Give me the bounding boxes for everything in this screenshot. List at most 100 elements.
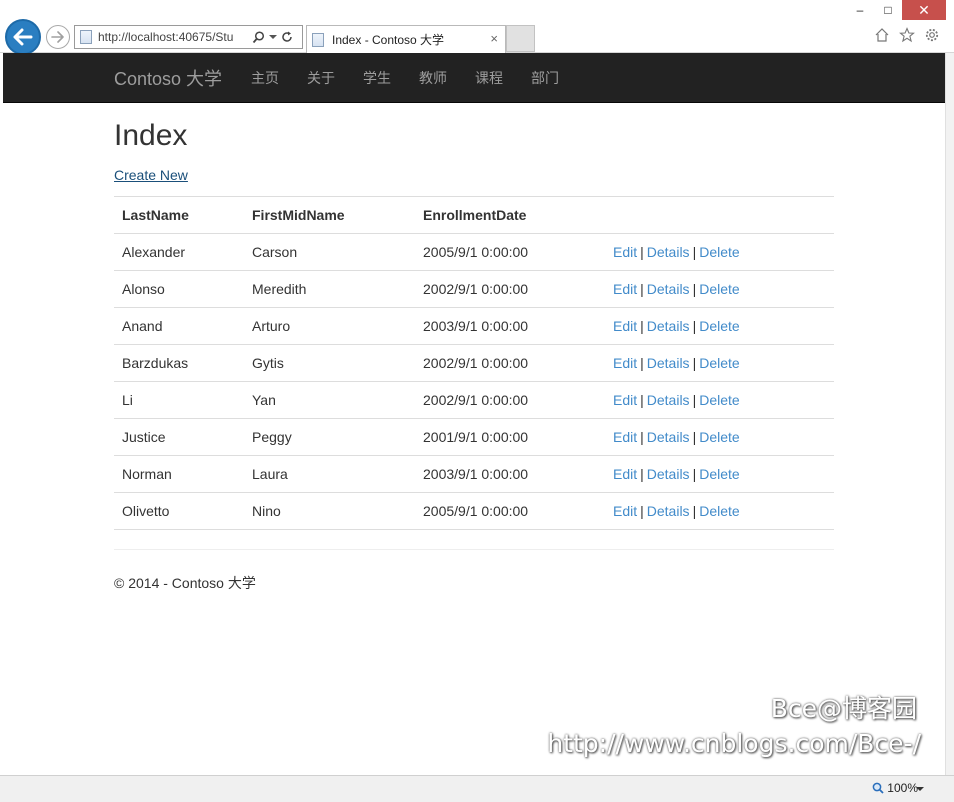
cell-lastname: Norman — [114, 455, 244, 493]
cell-enrollmentdate: 2005/9/1 0:00:00 — [415, 492, 605, 530]
cell-firstmidname: Nino — [244, 492, 415, 530]
header-lastname: LastName — [114, 196, 244, 234]
nav-link-courses[interactable]: 课程 — [461, 68, 517, 88]
chevron-down-icon[interactable] — [269, 34, 277, 40]
details-link[interactable]: Details — [647, 318, 690, 334]
edit-link[interactable]: Edit — [613, 466, 637, 482]
table-row: Alexander Carson 2005/9/1 0:00:00 Edit | Deta… — [114, 233, 834, 271]
action-separator: | — [692, 244, 697, 260]
page-title: Index — [114, 119, 188, 152]
back-button[interactable] — [5, 19, 41, 55]
details-link[interactable]: Details — [647, 429, 690, 445]
search-icon[interactable] — [252, 30, 265, 44]
cell-enrollmentdate: 2003/9/1 0:00:00 — [415, 307, 605, 345]
table-row: Norman Laura 2003/9/1 0:00:00 Edit | Details |… — [114, 455, 834, 493]
action-separator: | — [640, 244, 644, 260]
table-row: Li Yan 2002/9/1 0:00:00 Edit | Details | Delete — [114, 381, 834, 419]
action-separator: | — [692, 318, 697, 334]
delete-link[interactable]: Delete — [699, 318, 739, 334]
delete-link[interactable]: Delete — [699, 281, 739, 297]
tab-title: Index - Contoso 大学 — [332, 33, 445, 47]
action-separator: | — [640, 466, 644, 482]
minimize-button[interactable]: – — [846, 0, 874, 20]
zoom-level: 100% — [887, 781, 918, 795]
edit-link[interactable]: Edit — [613, 355, 637, 371]
delete-link[interactable]: Delete — [699, 503, 739, 519]
status-bar: 100% — [0, 775, 954, 802]
table-body: Alexander Carson 2005/9/1 0:00:00 Edit | Deta… — [114, 233, 834, 530]
delete-link[interactable]: Delete — [699, 429, 739, 445]
cell-actions: Edit | Details | Delete — [605, 307, 834, 345]
table-row: Barzdukas Gytis 2002/9/1 0:00:00 Edit | Detai… — [114, 344, 834, 382]
address-url[interactable]: http://localhost:40675/Stu — [98, 30, 248, 44]
gear-icon[interactable] — [924, 27, 940, 43]
cell-actions: Edit | Details | Delete — [605, 492, 834, 530]
refresh-icon[interactable] — [281, 31, 293, 43]
watermark-line2: http://www.cnblogs.com/Bce-/ — [547, 729, 921, 758]
action-separator: | — [692, 281, 697, 297]
header-firstmidname: FirstMidName — [244, 196, 415, 234]
tab-close-icon[interactable]: × — [490, 31, 498, 46]
nav-link-home[interactable]: 主页 — [237, 68, 293, 88]
cell-firstmidname: Arturo — [244, 307, 415, 345]
site-navbar: Contoso 大学 主页 关于 学生 教师 课程 部门 — [3, 53, 945, 103]
cell-lastname: Alexander — [114, 233, 244, 271]
cell-lastname: Li — [114, 381, 244, 419]
address-bar[interactable]: http://localhost:40675/Stu — [74, 25, 303, 49]
forward-button[interactable] — [46, 25, 70, 49]
cell-lastname: Alonso — [114, 270, 244, 308]
edit-link[interactable]: Edit — [613, 503, 637, 519]
cell-actions: Edit | Details | Delete — [605, 270, 834, 308]
close-window-button[interactable]: ✕ — [902, 0, 946, 20]
delete-link[interactable]: Delete — [699, 466, 739, 482]
nav-link-about[interactable]: 关于 — [293, 68, 349, 88]
nav-links: 主页 关于 学生 教师 课程 部门 — [237, 68, 573, 88]
zoom-control[interactable]: 100% — [872, 781, 918, 795]
header-enrollmentdate: EnrollmentDate — [415, 196, 605, 234]
cell-lastname: Anand — [114, 307, 244, 345]
action-separator: | — [640, 318, 644, 334]
nav-link-departments[interactable]: 部门 — [517, 68, 573, 88]
nav-link-instructors[interactable]: 教师 — [405, 68, 461, 88]
edit-link[interactable]: Edit — [613, 392, 637, 408]
new-tab-button[interactable] — [506, 25, 535, 52]
details-link[interactable]: Details — [647, 355, 690, 371]
details-link[interactable]: Details — [647, 392, 690, 408]
home-icon[interactable] — [874, 27, 890, 43]
table-row: Olivetto Nino 2005/9/1 0:00:00 Edit | Details… — [114, 492, 834, 530]
delete-link[interactable]: Delete — [699, 355, 739, 371]
arrow-right-icon — [51, 31, 64, 43]
edit-link[interactable]: Edit — [613, 318, 637, 334]
action-separator: | — [692, 429, 697, 445]
nav-link-students[interactable]: 学生 — [349, 68, 405, 88]
tab-page-icon — [312, 32, 324, 47]
delete-link[interactable]: Delete — [699, 392, 739, 408]
edit-link[interactable]: Edit — [613, 429, 637, 445]
cell-firstmidname: Gytis — [244, 344, 415, 382]
action-separator: | — [640, 503, 644, 519]
details-link[interactable]: Details — [647, 466, 690, 482]
watermark-line1: Bce@博客园 — [770, 694, 917, 723]
table-row: Anand Arturo 2003/9/1 0:00:00 Edit | Details |… — [114, 307, 834, 345]
cell-actions: Edit | Details | Delete — [605, 418, 834, 456]
cell-enrollmentdate: 2001/9/1 0:00:00 — [415, 418, 605, 456]
details-link[interactable]: Details — [647, 244, 690, 260]
browser-tab[interactable]: Index - Contoso 大学 × — [306, 25, 506, 53]
delete-link[interactable]: Delete — [699, 244, 739, 260]
cell-firstmidname: Yan — [244, 381, 415, 419]
edit-link[interactable]: Edit — [613, 281, 637, 297]
edit-link[interactable]: Edit — [613, 244, 637, 260]
browser-toolbar — [874, 27, 940, 43]
create-new-link[interactable]: Create New — [114, 167, 188, 183]
vertical-scrollbar[interactable] — [945, 53, 954, 775]
star-icon[interactable] — [899, 27, 915, 43]
cell-actions: Edit | Details | Delete — [605, 455, 834, 493]
details-link[interactable]: Details — [647, 503, 690, 519]
details-link[interactable]: Details — [647, 281, 690, 297]
navbar-brand[interactable]: Contoso 大学 — [114, 65, 222, 91]
browser-chrome: – □ ✕ http://localhost:40675/Stu Index -… — [0, 0, 954, 55]
page-viewport: Contoso 大学 主页 关于 学生 教师 课程 部门 Index Creat… — [3, 53, 945, 775]
zoom-dropdown-icon[interactable] — [916, 786, 924, 792]
maximize-button[interactable]: □ — [874, 0, 902, 20]
cell-firstmidname: Carson — [244, 233, 415, 271]
